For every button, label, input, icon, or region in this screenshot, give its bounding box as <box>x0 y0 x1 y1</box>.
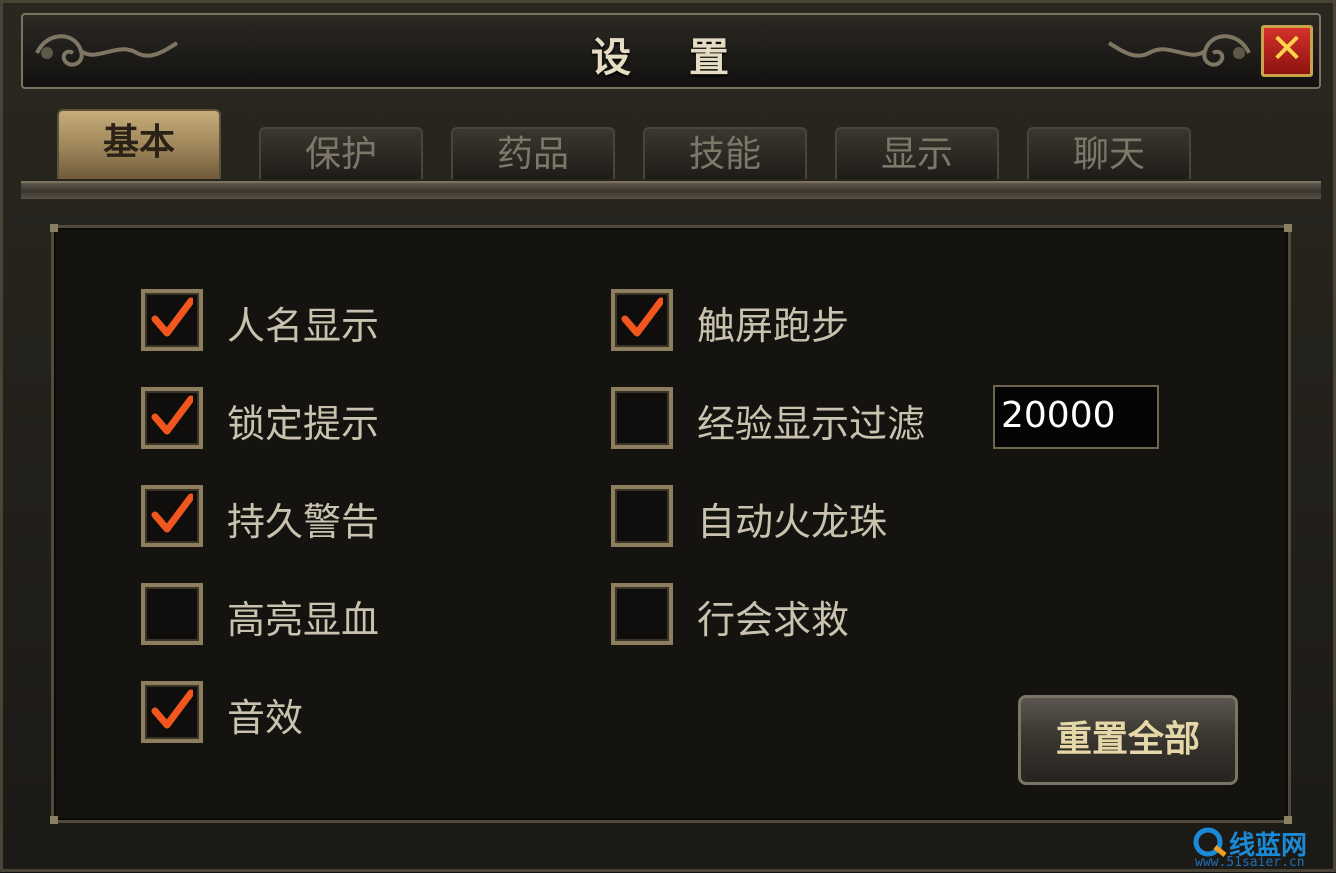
option-label: 锁定提示 <box>227 402 380 446</box>
tab-protection[interactable]: 保护 <box>259 127 423 179</box>
option-label: 人名显示 <box>227 304 380 348</box>
tab-chat[interactable]: 聊天 <box>1027 127 1191 179</box>
checkmark-icon <box>151 395 193 435</box>
close-button[interactable]: ✕ <box>1261 25 1313 77</box>
option-label: 音效 <box>227 696 304 740</box>
option-label: 持久警告 <box>227 500 380 544</box>
panel-corner <box>1284 816 1292 824</box>
checkbox-auto-dragon-orb[interactable] <box>611 485 673 547</box>
tab-divider <box>21 181 1321 201</box>
panel-corner <box>50 816 58 824</box>
option-label: 经验显示过滤 <box>697 402 926 446</box>
tab-medicine[interactable]: 药品 <box>451 127 615 179</box>
checkbox-touch-run[interactable] <box>611 289 673 351</box>
option-label: 触屏跑步 <box>697 304 850 348</box>
checkbox-durability-warning[interactable] <box>141 485 203 547</box>
checkbox-name-display[interactable] <box>141 289 203 351</box>
reset-all-button[interactable]: 重置全部 <box>1018 695 1238 785</box>
checkbox-guild-help[interactable] <box>611 583 673 645</box>
checkmark-icon <box>151 297 193 337</box>
option-label: 行会求救 <box>697 598 850 642</box>
tab-skills[interactable]: 技能 <box>643 127 807 179</box>
option-label: 自动火龙珠 <box>697 500 888 544</box>
panel-corner <box>1284 224 1292 232</box>
option-label: 高亮显血 <box>227 598 380 642</box>
scroll-ornament-icon <box>1107 34 1251 67</box>
tab-bar: 基本 保护 药品 技能 显示 聊天 <box>21 95 1321 207</box>
title-bar: 设 置 ✕ <box>21 13 1321 89</box>
checkmark-icon <box>621 297 663 337</box>
checkbox-lock-hint[interactable] <box>141 387 203 449</box>
tab-display[interactable]: 显示 <box>835 127 999 179</box>
checkbox-exp-filter[interactable] <box>611 387 673 449</box>
checkmark-icon <box>151 493 193 533</box>
tab-basic[interactable]: 基本 <box>57 109 221 179</box>
watermark-url: www.51saier.cn <box>1195 855 1305 870</box>
site-watermark: 线蓝网 www.51saier.cn <box>1193 825 1336 873</box>
close-icon: ✕ <box>1270 26 1304 72</box>
checkmark-icon <box>151 689 193 729</box>
watermark-logo-icon <box>1193 827 1227 857</box>
settings-window: 设 置 ✕ 基本 保护 药品 技能 显示 聊天 人名显示 锁定提示 持久警告 高… <box>0 0 1336 872</box>
panel-corner <box>50 224 58 232</box>
checkbox-sound[interactable] <box>141 681 203 743</box>
checkbox-highlight-hp[interactable] <box>141 583 203 645</box>
exp-filter-input[interactable]: 20000 <box>993 385 1159 449</box>
